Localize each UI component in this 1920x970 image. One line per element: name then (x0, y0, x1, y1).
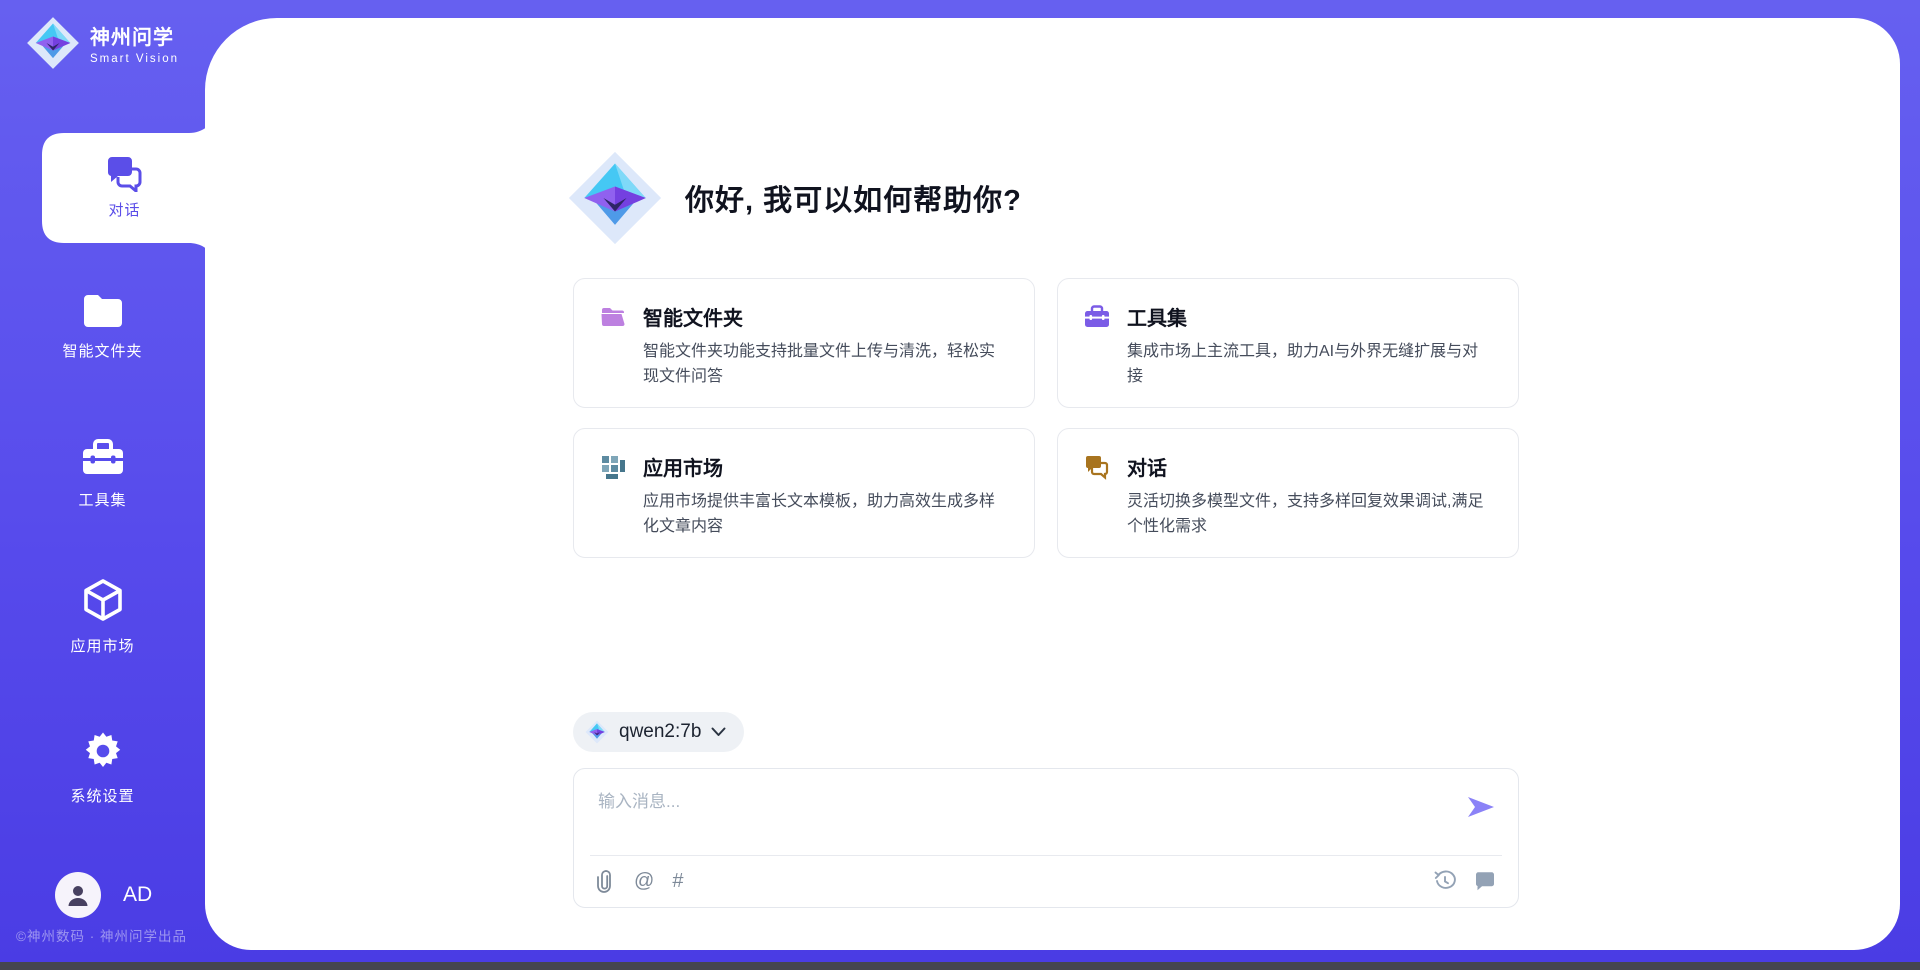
hash-icon[interactable]: # (672, 871, 683, 891)
sidebar-item-settings[interactable]: 系统设置 (0, 730, 205, 806)
model-name: qwen2:7b (619, 721, 701, 743)
model-selector[interactable]: qwen2:7b (573, 712, 744, 752)
sidebar-item-label: 系统设置 (0, 785, 205, 806)
message-input[interactable] (598, 787, 1438, 847)
avatar (55, 872, 101, 918)
card-title: 应用市场 (643, 452, 723, 481)
comment-icon[interactable] (1474, 870, 1496, 892)
card-title: 对话 (1127, 452, 1167, 481)
folder-icon (82, 293, 124, 327)
card-app-market[interactable]: 应用市场 应用市场提供丰富长文本模板，助力高效生成多样化文章内容 (573, 428, 1035, 558)
sidebar-item-toolset[interactable]: 工具集 (0, 438, 205, 510)
card-desc: 应用市场提供丰富长文本模板，助力高效生成多样化文章内容 (643, 490, 1008, 540)
toolbox-icon (81, 438, 125, 476)
send-arrow-icon[interactable] (1466, 795, 1496, 819)
paperclip-icon[interactable] (596, 869, 616, 893)
app-window: 你好, 我可以如何帮助你? 智能文件夹 智能文件夹功能支持批量文件上传与清洗，轻… (0, 0, 1920, 970)
chevron-down-icon (711, 727, 726, 737)
sidebar-item-label: 工具集 (0, 489, 205, 510)
brand-name: 神州问学 (90, 21, 179, 50)
bottom-strip (0, 962, 1920, 970)
history-icon[interactable] (1434, 870, 1456, 892)
feature-cards: 智能文件夹 智能文件夹功能支持批量文件上传与清洗，轻松实现文件问答 工具集 集成… (573, 278, 1519, 558)
brand-diamond-icon (26, 16, 80, 70)
user-profile[interactable]: AD (55, 872, 152, 918)
chat-bubbles-icon (105, 156, 145, 192)
gear-icon (82, 730, 124, 772)
card-desc: 智能文件夹功能支持批量文件上传与清洗，轻松实现文件问答 (643, 340, 1008, 390)
brand-logo: 神州问学 Smart Vision (26, 16, 179, 70)
greeting-text: 你好, 我可以如何帮助你? (685, 177, 1022, 219)
cube-icon (82, 578, 124, 622)
card-desc: 灵活切换多模型文件，支持多样回复效果调试,满足个性化需求 (1127, 490, 1492, 540)
card-toolset[interactable]: 工具集 集成市场上主流工具，助力AI与外界无缝扩展与对接 (1057, 278, 1519, 408)
brand-subtitle: Smart Vision (90, 53, 179, 65)
folder-open-icon (600, 304, 626, 330)
card-title: 智能文件夹 (643, 302, 743, 331)
card-smart-folder[interactable]: 智能文件夹 智能文件夹功能支持批量文件上传与清洗，轻松实现文件问答 (573, 278, 1035, 408)
sidebar-item-label: 对话 (108, 199, 140, 220)
user-name: AD (123, 883, 152, 907)
chat-bubbles-icon (1084, 454, 1110, 480)
at-icon[interactable]: @ (634, 871, 654, 891)
brand-diamond-icon (567, 150, 663, 246)
sidebar-item-chat[interactable]: 对话 (42, 131, 207, 245)
brand-diamond-icon (585, 720, 609, 744)
card-title: 工具集 (1127, 302, 1187, 331)
message-composer: @ # (573, 768, 1519, 908)
briefcase-icon (1084, 304, 1110, 330)
composer-toolbar: @ # (596, 855, 1496, 907)
grid-cube-icon (600, 454, 626, 480)
card-desc: 集成市场上主流工具，助力AI与外界无缝扩展与对接 (1127, 340, 1492, 390)
greeting-row: 你好, 我可以如何帮助你? (567, 150, 1022, 246)
person-icon (65, 882, 91, 908)
copyright-text: ©神州数码 · 神州问学出品 (16, 925, 187, 945)
sidebar-item-label: 智能文件夹 (0, 340, 205, 361)
sidebar-item-smart-folder[interactable]: 智能文件夹 (0, 293, 205, 361)
card-chat[interactable]: 对话 灵活切换多模型文件，支持多样回复效果调试,满足个性化需求 (1057, 428, 1519, 558)
main-panel: 你好, 我可以如何帮助你? 智能文件夹 智能文件夹功能支持批量文件上传与清洗，轻… (205, 18, 1900, 950)
sidebar-item-app-market[interactable]: 应用市场 (0, 578, 205, 656)
sidebar: 神州问学 Smart Vision 对话 智能文件夹 (0, 0, 205, 962)
sidebar-item-label: 应用市场 (0, 635, 205, 656)
